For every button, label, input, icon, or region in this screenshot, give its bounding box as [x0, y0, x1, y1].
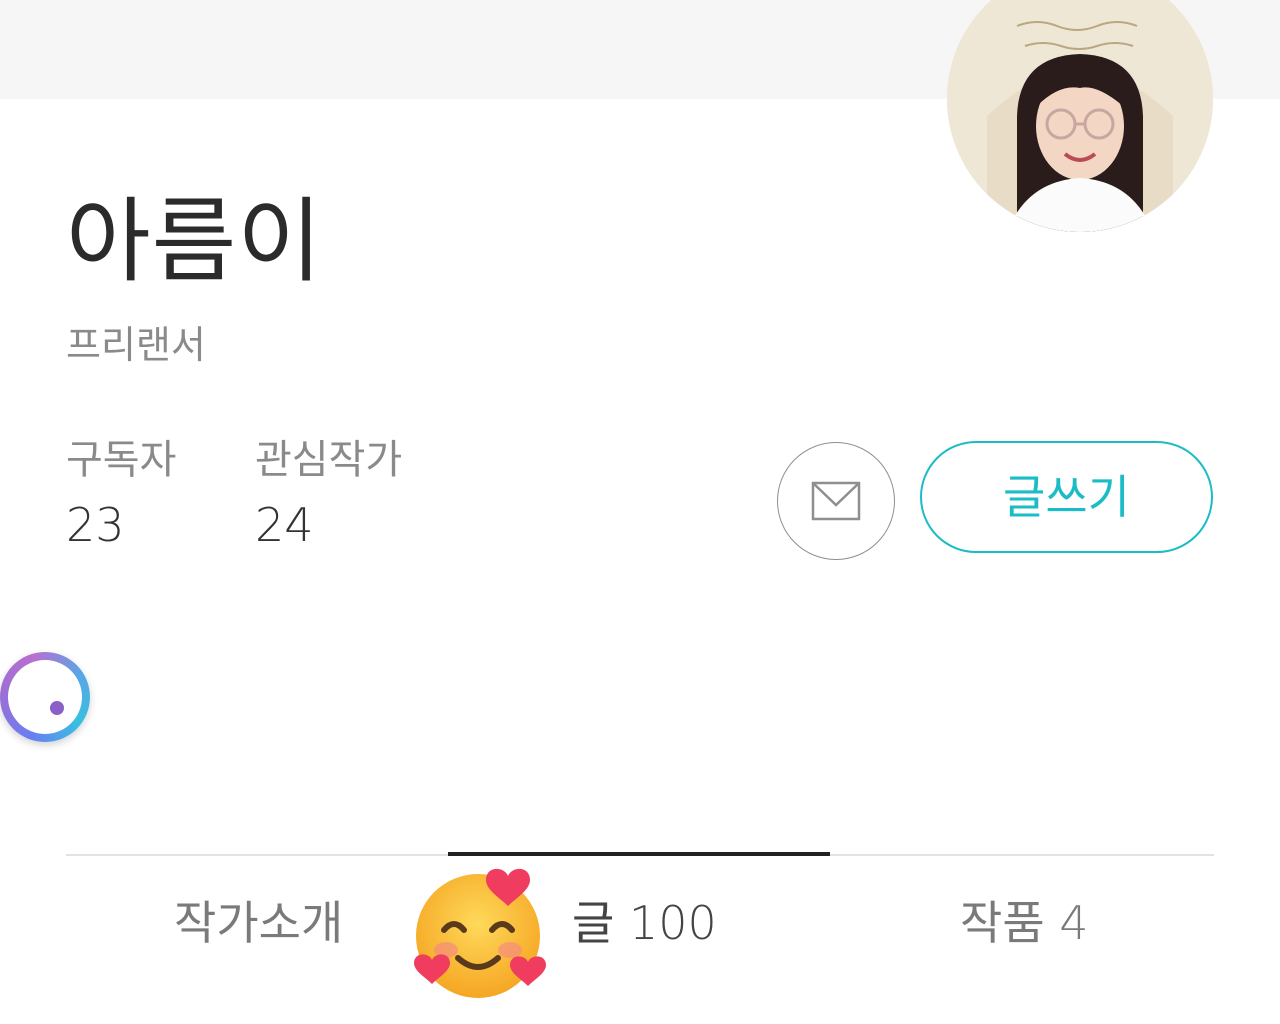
- write-button[interactable]: 글쓰기: [920, 441, 1213, 553]
- floating-button-dot: [50, 701, 64, 715]
- subscribers-count: 23: [66, 498, 125, 552]
- active-tab-indicator: [448, 852, 830, 856]
- envelope-icon: [811, 481, 861, 521]
- subscribers-label: 구독자: [66, 437, 177, 483]
- following-count: 24: [255, 498, 314, 552]
- smiling-face-with-hearts-icon: [414, 868, 546, 998]
- following-label: 관심작가: [255, 437, 403, 483]
- avatar-image: [947, 0, 1213, 232]
- tab-posts[interactable]: 글 100: [572, 900, 717, 946]
- floating-button-face: [8, 660, 82, 734]
- profile-avatar[interactable]: [947, 0, 1213, 232]
- subscribers-stat[interactable]: 구독자 23: [66, 440, 176, 548]
- floating-assistant-button[interactable]: [0, 652, 90, 742]
- following-stat[interactable]: 관심작가 24: [255, 440, 402, 548]
- author-job: 프리랜서: [66, 323, 206, 367]
- message-button[interactable]: [777, 442, 895, 560]
- tab-author-intro[interactable]: 작가소개: [174, 900, 343, 946]
- author-name: 아름이: [66, 188, 323, 295]
- tab-works[interactable]: 작품 4: [960, 900, 1089, 946]
